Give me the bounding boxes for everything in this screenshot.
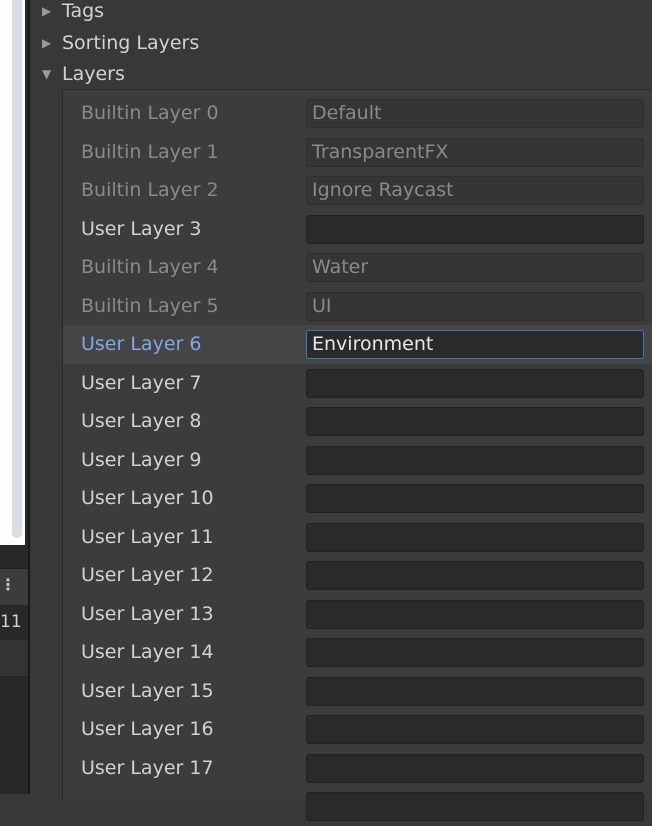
layer-label: User Layer 13 [81, 602, 214, 625]
foldout-label: Sorting Layers [62, 32, 200, 54]
layer-name-field: Ignore Raycast [306, 176, 644, 205]
layer-label: User Layer 8 [81, 410, 202, 432]
layer-label: User Layer 12 [81, 564, 214, 586]
layer-name-field[interactable] [306, 676, 644, 706]
layer-row-4: Builtin Layer 4 Water [63, 248, 652, 287]
layer-row-7: User Layer 7 [63, 364, 652, 403]
layer-row-1: Builtin Layer 1 TransparentFX [63, 133, 652, 172]
layer-name-field: Water [306, 253, 644, 282]
foldout-label: Tags [62, 0, 105, 22]
layer-row-0: Builtin Layer 0 Default [63, 94, 652, 133]
layer-row-8: User Layer 8 [63, 402, 652, 441]
layer-row-16: User Layer 16 [63, 710, 652, 749]
layer-name-field: UI [306, 291, 644, 321]
layer-name-field[interactable] [306, 368, 644, 398]
layer-name-field[interactable] [306, 214, 644, 244]
foldout-label: Layers [62, 63, 125, 85]
layer-label: Builtin Layer 0 [81, 102, 219, 124]
layer-label: Builtin Layer 4 [81, 256, 219, 278]
layer-label: Builtin Layer 5 [81, 294, 219, 317]
layer-name-field[interactable]: Environment [306, 330, 644, 359]
layer-row-12: User Layer 12 [63, 556, 652, 595]
left-panel-row [0, 640, 28, 677]
layer-name-field[interactable] [306, 484, 644, 513]
left-panel-scrollbar[interactable] [12, 0, 22, 538]
layer-name-field: TransparentFX [306, 137, 644, 167]
layer-row-13: User Layer 13 [63, 595, 652, 634]
layer-row-2: Builtin Layer 2 Ignore Raycast [63, 171, 652, 210]
layer-name-field[interactable] [306, 561, 644, 590]
layer-label: User Layer 16 [81, 718, 214, 740]
foldout-tags[interactable]: ▶ Tags [42, 0, 104, 26]
triangle-right-icon: ▶ [42, 36, 52, 50]
layer-name-field[interactable] [306, 599, 644, 629]
tags-and-layers-inspector: ▶ Tags ▶ Sorting Layers ▼ Layers Builtin… [30, 0, 652, 821]
layer-label: User Layer 11 [81, 525, 214, 548]
layer-name-field[interactable] [306, 715, 644, 744]
triangle-down-icon: ▼ [42, 67, 52, 81]
layer-row-5: Builtin Layer 5 UI [63, 287, 652, 326]
layer-row-9: User Layer 9 [63, 441, 652, 480]
foldout-sorting-layers[interactable]: ▶ Sorting Layers [42, 28, 199, 58]
layer-label: Builtin Layer 2 [81, 179, 219, 201]
layer-name-field[interactable] [306, 792, 644, 821]
layer-row-18 [63, 787, 652, 826]
more-options-icon[interactable]: ⋮ [0, 575, 16, 595]
layer-name-field[interactable] [306, 445, 644, 475]
layer-name-field[interactable] [306, 638, 644, 667]
layer-name-field[interactable] [306, 522, 644, 552]
layers-list: Builtin Layer 0 Default Builtin Layer 1 … [62, 89, 652, 821]
layer-label: User Layer 7 [81, 371, 202, 394]
layer-label: User Layer 14 [81, 641, 214, 663]
layer-name-field[interactable] [306, 407, 644, 436]
layer-label: User Layer 3 [81, 217, 202, 240]
layer-label: User Layer 15 [81, 679, 214, 702]
layer-row-15: User Layer 15 [63, 672, 652, 711]
layer-label: User Layer 10 [81, 487, 214, 509]
layer-row-11: User Layer 11 [63, 518, 652, 557]
layer-row-10: User Layer 10 [63, 479, 652, 518]
layer-row-3: User Layer 3 [63, 210, 652, 249]
layer-label: User Layer 9 [81, 448, 202, 471]
layer-row-14: User Layer 14 [63, 633, 652, 672]
layer-name-field[interactable] [306, 753, 644, 783]
triangle-right-icon: ▶ [42, 4, 52, 18]
layer-row-6: User Layer 6 Environment [63, 325, 652, 364]
layer-row-17: User Layer 17 [63, 749, 652, 788]
layer-name-field: Default [306, 99, 644, 128]
left-panel-count: 11 [0, 612, 22, 632]
layer-label: Builtin Layer 1 [81, 140, 219, 163]
layer-label: User Layer 17 [81, 756, 214, 779]
foldout-layers[interactable]: ▼ Layers [42, 59, 125, 89]
layer-label: User Layer 6 [81, 333, 202, 355]
